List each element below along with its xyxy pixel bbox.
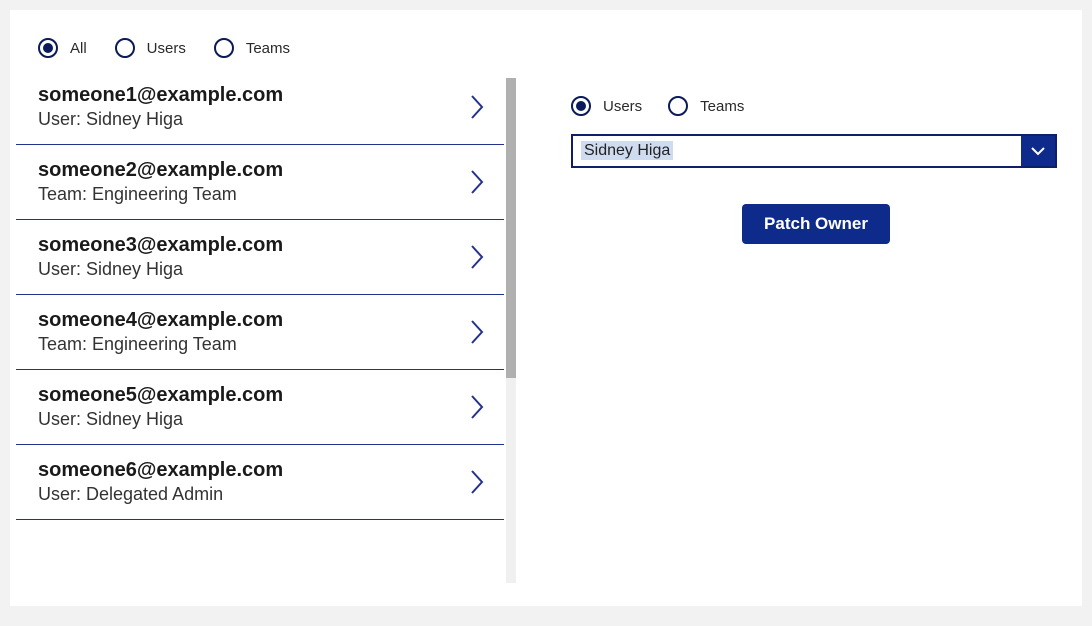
scrollbar-track[interactable] [506,78,516,583]
radio-owner-users[interactable]: Users [571,96,642,116]
list-item[interactable]: someone6@example.comUser: Delegated Admi… [16,445,504,520]
list-item-owner: User: Delegated Admin [38,484,283,505]
owner-select-text: Sidney Higa [581,141,673,160]
list-item[interactable]: someone1@example.comUser: Sidney Higa [16,78,504,145]
chevron-right-icon [468,167,486,197]
scrollbar-thumb[interactable] [506,78,516,378]
list-item[interactable]: someone5@example.comUser: Sidney Higa [16,370,504,445]
radio-label: Users [147,40,186,57]
list-item[interactable]: someone4@example.comTeam: Engineering Te… [16,295,504,370]
chevron-right-icon [468,467,486,497]
patch-owner-button[interactable]: Patch Owner [742,204,890,244]
list-item-owner: User: Sidney Higa [38,109,283,130]
records-list: someone1@example.comUser: Sidney Higasom… [16,78,504,583]
owner-select[interactable]: Sidney Higa [571,134,1057,168]
chevron-right-icon [468,242,486,272]
owner-select-value: Sidney Higa [573,142,1021,160]
list-item-text: someone5@example.comUser: Sidney Higa [38,384,283,430]
list-item-text: someone6@example.comUser: Delegated Admi… [38,459,283,505]
radio-label: Teams [246,40,290,57]
radio-owner-teams[interactable]: Teams [668,96,744,116]
list-item-text: someone1@example.comUser: Sidney Higa [38,84,283,130]
list-item-owner: User: Sidney Higa [38,259,283,280]
chevron-right-icon [468,317,486,347]
list-item-email: someone5@example.com [38,384,283,407]
radio-icon [668,96,688,116]
list-item-email: someone6@example.com [38,459,283,482]
radio-icon [571,96,591,116]
chevron-down-icon[interactable] [1021,136,1055,166]
content-area: someone1@example.comUser: Sidney Higasom… [10,78,1082,583]
radio-icon [38,38,58,58]
list-item[interactable]: someone2@example.comTeam: Engineering Te… [16,145,504,220]
owner-patch-panel: All Users Teams someone1@example.comUser… [10,10,1082,606]
list-item-email: someone3@example.com [38,234,283,257]
radio-label: Teams [700,98,744,115]
chevron-right-icon [468,92,486,122]
patch-form: Users Teams Sidney Higa Patch Owner [571,78,1061,583]
radio-label: All [70,40,87,57]
radio-all[interactable]: All [38,38,87,58]
owner-type-group: Users Teams [571,96,1061,116]
list-item-text: someone2@example.comTeam: Engineering Te… [38,159,283,205]
list-item-text: someone4@example.comTeam: Engineering Te… [38,309,283,355]
list-item-email: someone1@example.com [38,84,283,107]
radio-teams[interactable]: Teams [214,38,290,58]
list-item-text: someone3@example.comUser: Sidney Higa [38,234,283,280]
records-column: someone1@example.comUser: Sidney Higasom… [16,78,516,583]
list-item[interactable]: someone3@example.comUser: Sidney Higa [16,220,504,295]
list-item-owner: Team: Engineering Team [38,184,283,205]
radio-icon [115,38,135,58]
chevron-right-icon [468,392,486,422]
list-item-email: someone2@example.com [38,159,283,182]
list-item-email: someone4@example.com [38,309,283,332]
radio-label: Users [603,98,642,115]
radio-users[interactable]: Users [115,38,186,58]
radio-icon [214,38,234,58]
list-item-owner: Team: Engineering Team [38,334,283,355]
list-item-owner: User: Sidney Higa [38,409,283,430]
top-filter-group: All Users Teams [10,10,1082,78]
